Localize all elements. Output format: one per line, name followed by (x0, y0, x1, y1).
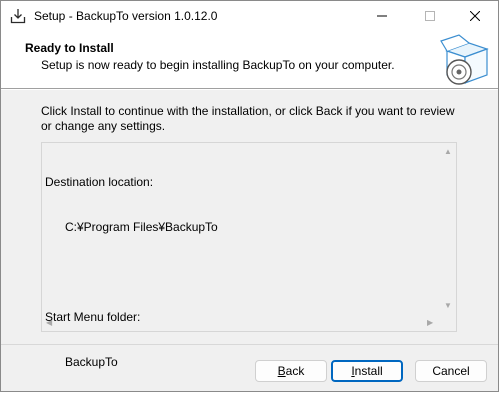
memo-line: C:¥Program Files¥BackupTo (45, 220, 218, 234)
install-description: Click Install to continue with the insta… (41, 104, 455, 133)
vertical-scrollbar[interactable]: ▲ ▼ (439, 143, 456, 331)
wizard-header: Ready to Install Setup is now ready to b… (1, 31, 498, 89)
back-button[interactable]: Back (255, 360, 327, 382)
cancel-button[interactable]: Cancel (415, 360, 487, 382)
minimize-button[interactable] (359, 1, 405, 31)
page-title: Ready to Install (25, 41, 114, 55)
install-button[interactable]: Install (331, 360, 403, 382)
back-label: ack (285, 364, 305, 378)
memo-line: BackupTo (45, 355, 118, 369)
box-disc-icon (439, 33, 493, 87)
close-button[interactable] (452, 1, 498, 31)
header-divider (1, 89, 498, 90)
memo-text: Destination location: C:¥Program Files¥B… (45, 145, 218, 400)
title-bar[interactable]: Setup - BackupTo version 1.0.12.0 (1, 1, 498, 31)
setup-window: Setup - BackupTo version 1.0.12.0 Ready … (0, 0, 499, 392)
ready-memo[interactable]: Destination location: C:¥Program Files¥B… (41, 142, 457, 369)
setup-download-icon (10, 8, 26, 24)
install-label: nstall (354, 364, 383, 378)
scroll-up-icon[interactable]: ▲ (444, 147, 452, 156)
maximize-button[interactable] (407, 1, 453, 31)
scroll-right-icon[interactable]: ▶ (427, 318, 433, 327)
memo-line (45, 265, 218, 280)
footer-divider (1, 344, 498, 345)
page-subtitle: Setup is now ready to begin installing B… (41, 58, 395, 72)
horizontal-scrollbar[interactable]: ◀ ▶ (42, 314, 440, 331)
back-accel: B (277, 364, 286, 378)
memo-line: Destination location: (45, 175, 154, 189)
scroll-down-icon[interactable]: ▼ (444, 301, 452, 310)
maximize-icon (425, 11, 435, 21)
minimize-icon (377, 15, 387, 17)
close-icon (470, 11, 480, 21)
window-title: Setup - BackupTo version 1.0.12.0 (34, 9, 218, 23)
scroll-left-icon[interactable]: ◀ (46, 318, 52, 327)
